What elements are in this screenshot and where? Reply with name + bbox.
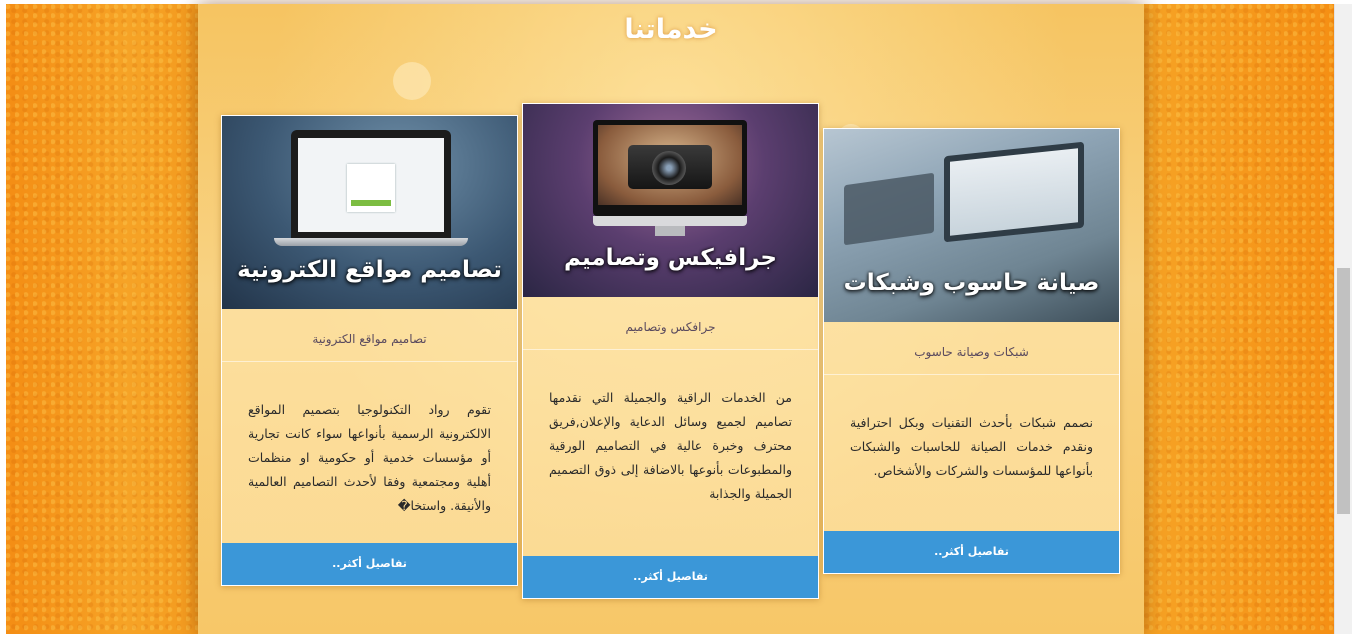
scrollbar-thumb[interactable]	[1337, 268, 1350, 514]
image-caption: صيانة حاسوب وشبكات	[843, 270, 1100, 296]
scroll-up-arrow[interactable]	[1335, 4, 1352, 20]
card-description: تقوم رواد التكنولوجيا بتصميم المواقع الا…	[248, 402, 491, 513]
details-button[interactable]: تفاصيل أكثر..	[824, 531, 1119, 573]
card-image: جرافيكس وتصاميم	[523, 104, 818, 297]
network-laptops-icon	[944, 141, 1084, 243]
bokeh-light	[393, 62, 431, 100]
browser-viewport: خدماتنا تصاميم مواقع الكترونية تصاميم مو…	[0, 0, 1352, 634]
card-description: نصمم شبكات بأحدث التقنيات وبكل احترافية …	[850, 415, 1093, 478]
monitor-stand	[655, 226, 685, 236]
service-card-networks: صيانة حاسوب وشبكات شبكات وصيانة حاسوب نص…	[823, 128, 1120, 574]
laptop-base	[274, 238, 468, 246]
details-button[interactable]: تفاصيل أكثر..	[222, 543, 517, 585]
card-image: صيانة حاسوب وشبكات	[824, 129, 1119, 322]
card-image: تصاميم مواقع الكترونية	[222, 116, 517, 309]
card-title: شبكات وصيانة حاسوب	[824, 322, 1119, 375]
camera-icon	[593, 120, 747, 216]
laptop-icon	[291, 130, 451, 238]
secondary-laptop	[844, 172, 934, 246]
image-caption: جرافيكس وتصاميم	[563, 245, 777, 271]
section-title: خدماتنا	[624, 14, 718, 45]
card-description: من الخدمات الراقية والجميلة التي نقدمها …	[549, 390, 792, 501]
image-caption: تصاميم مواقع الكترونية	[237, 257, 502, 283]
service-card-graphics: جرافيكس وتصاميم جرافكس وتصاميم من الخدما…	[522, 103, 819, 599]
card-title: جرافكس وتصاميم	[523, 297, 818, 350]
service-card-web-design: تصاميم مواقع الكترونية تصاميم مواقع الكت…	[221, 115, 518, 586]
monitor-chin	[593, 216, 747, 226]
card-title: تصاميم مواقع الكترونية	[222, 309, 517, 362]
details-button[interactable]: تفاصيل أكثر..	[523, 556, 818, 598]
vertical-scrollbar[interactable]	[1334, 4, 1352, 634]
